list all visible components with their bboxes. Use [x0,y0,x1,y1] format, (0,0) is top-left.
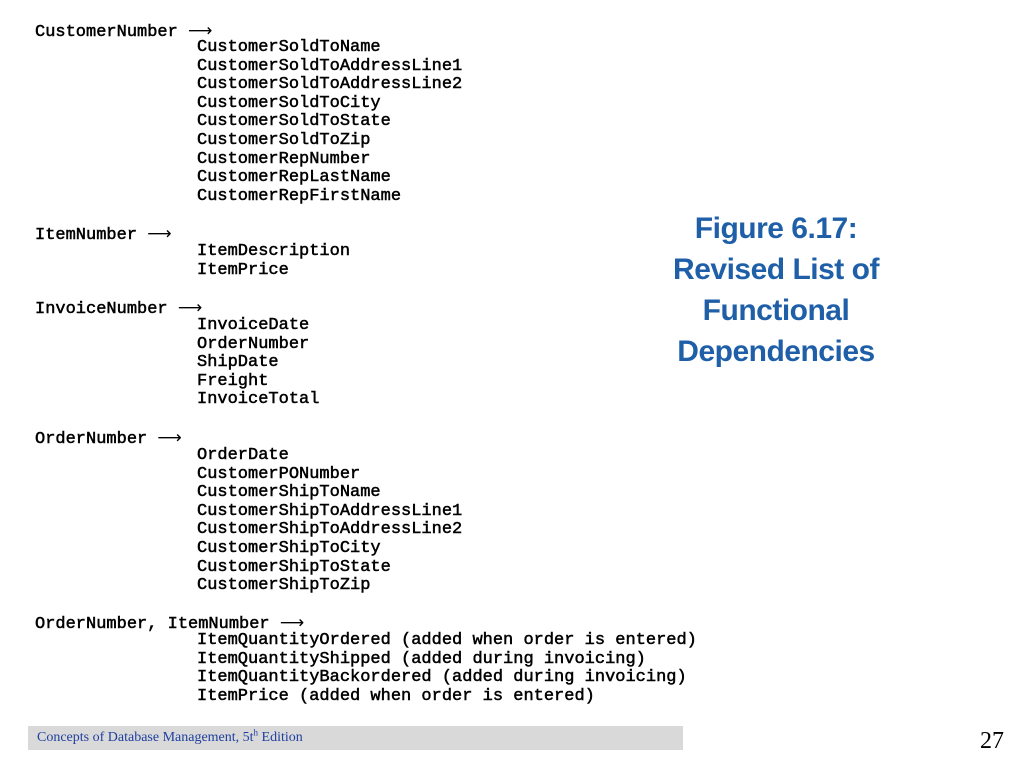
dependent-item: InvoiceDate [197,316,310,335]
caption-line: Dependencies [677,335,875,368]
dependent-item: CustomerRepFirstName [197,186,402,206]
figure-caption: Figure 6.17: Revised List of Functional … [630,208,922,372]
dependent-item: CustomerRepLastName [197,168,391,188]
dependent-item: ItemQuantityOrdered (added when order is… [197,631,697,650]
arrow-right-icon: ⟶ [157,428,182,448]
dependent-item: OrderDate [197,446,289,465]
dependent-item: OrderNumber [197,334,310,354]
dependent-item: CustomerShipToAddressLine2 [197,520,463,540]
footer-bar: Concepts of Database Management, 5th Edi… [28,726,683,750]
dependent-item: CustomerSoldToState [197,112,391,132]
determinant-label: OrderNumber [35,430,148,450]
dependent-item: CustomerRepNumber [197,149,371,169]
determinant-label: InvoiceNumber [35,300,168,320]
dependent-item: ShipDate [197,353,279,373]
dependent-item: CustomerShipToCity [197,539,381,558]
footer-text-main: Concepts of Database Management, 5t [37,730,254,745]
determinant-label: ItemNumber [35,226,138,246]
dependent-item: ItemDescription [197,242,351,261]
dependent-item: CustomerSoldToAddressLine2 [197,75,463,95]
footer-book-title: Concepts of Database Management, 5th Edi… [37,728,303,746]
dependent-item: ItemPrice (added when order is entered) [197,686,595,706]
determinant: CustomerNumber ⟶ [35,21,213,43]
determinant: InvoiceNumber ⟶ [35,298,202,320]
dependent-item: CustomerSoldToCity [197,93,381,113]
dependent-item: CustomerSoldToAddressLine1 [197,56,463,76]
determinant: OrderNumber ⟶ [35,428,182,450]
footer-text-edition: Edition [258,730,303,745]
arrow-right-icon: ⟶ [147,224,172,244]
determinant-label: CustomerNumber [35,23,178,43]
dependent-item: ItemQuantityBackordered (added during in… [197,668,687,688]
caption-line: Functional [702,294,850,327]
dependent-item: InvoiceTotal [197,390,320,410]
caption-line: Figure 6.17: [694,212,858,245]
dependent-item: CustomerSoldToName [197,38,381,57]
caption-line: Revised List of [673,253,879,286]
arrow-right-icon: ⟶ [279,613,305,633]
dependent-item: CustomerShipToState [197,557,391,577]
dependent-item: ItemQuantityShipped (added during invoic… [197,649,646,669]
dependent-item: CustomerPONumber [197,464,361,484]
dependent-item: ItemPrice [197,260,289,280]
arrow-right-icon: ⟶ [177,298,203,318]
dependent-item: CustomerShipToZip [197,576,371,596]
dependent-item: Freight [197,371,269,391]
dependent-item: CustomerShipToAddressLine1 [197,501,463,521]
determinant: ItemNumber ⟶ [35,224,172,246]
dependent-item: CustomerSoldToZip [197,131,371,150]
page-number: 27 [980,728,1004,754]
dependent-item: CustomerShipToName [197,483,381,503]
